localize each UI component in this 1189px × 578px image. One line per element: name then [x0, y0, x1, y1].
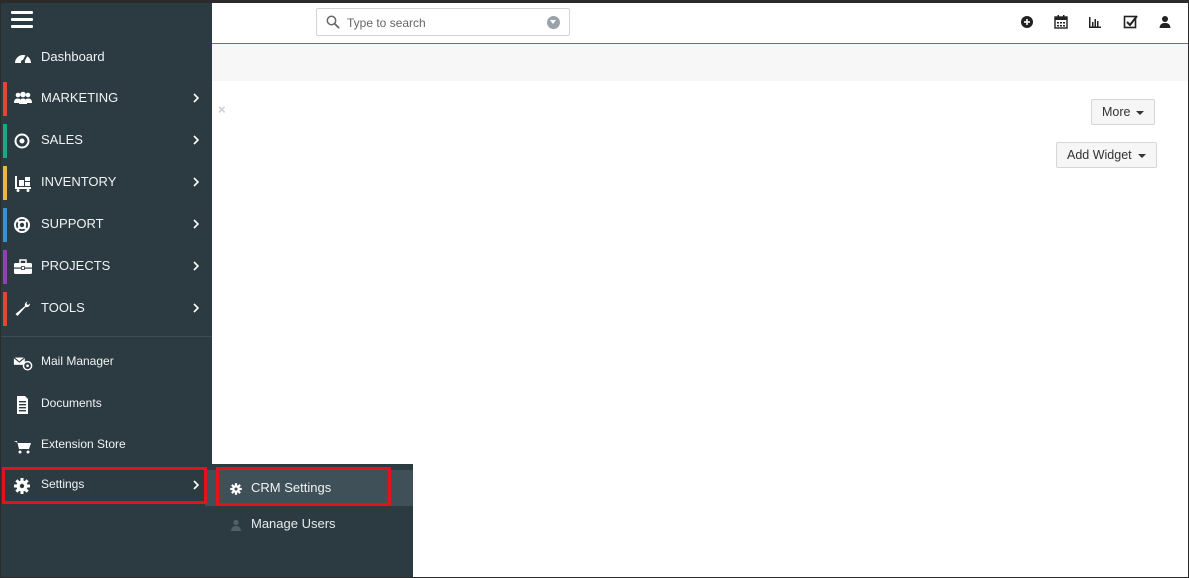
plus-circle-icon[interactable] — [1018, 13, 1036, 31]
submenu-item-label: CRM Settings — [251, 480, 332, 495]
sidebar-item-extension-store[interactable]: Extension Store — [1, 426, 212, 466]
module-color-bar — [3, 166, 7, 200]
module-color-bar — [3, 208, 7, 242]
sidebar-item-label: TOOLS — [41, 300, 85, 315]
sidebar-item-mail-manager[interactable]: Mail Manager — [1, 343, 212, 383]
wrench-icon — [15, 301, 30, 316]
calendar-icon[interactable] — [1052, 13, 1070, 31]
sidebar-item-sales[interactable]: SALES — [1, 121, 212, 161]
settings-submenu: CRM Settings Manage Users — [205, 464, 413, 577]
module-color-bar — [3, 124, 7, 158]
more-button[interactable]: More — [1091, 99, 1156, 125]
gear-icon — [230, 483, 242, 495]
search-icon — [326, 15, 340, 29]
submenu-item-crm-settings[interactable]: CRM Settings — [205, 470, 413, 506]
user-icon[interactable] — [1156, 13, 1174, 31]
caret-down-icon — [1136, 110, 1145, 115]
sidebar-item-label: INVENTORY — [41, 174, 117, 189]
search-input[interactable] — [345, 13, 539, 33]
chevron-right-icon — [193, 93, 199, 103]
sidebar-item-label: SUPPORT — [41, 216, 104, 231]
global-search[interactable] — [316, 8, 570, 36]
mail-at-icon — [13, 357, 33, 371]
module-color-bar — [3, 292, 7, 326]
cart-icon — [14, 441, 31, 454]
chevron-right-icon — [193, 177, 199, 187]
module-color-bar — [3, 82, 7, 116]
close-tab-icon[interactable]: × — [218, 102, 226, 117]
add-widget-button-label: Add Widget — [1067, 148, 1132, 162]
gear-icon — [14, 478, 30, 494]
module-color-bar — [3, 250, 7, 284]
sidebar-item-support[interactable]: SUPPORT — [1, 205, 212, 245]
sidebar-item-settings[interactable]: Settings — [1, 466, 212, 506]
sidebar-item-documents[interactable]: Documents — [1, 385, 212, 425]
sidebar-item-label: Mail Manager — [41, 354, 114, 368]
chevron-right-icon — [193, 303, 199, 313]
more-button-label: More — [1102, 105, 1131, 119]
add-widget-button[interactable]: Add Widget — [1056, 142, 1157, 168]
sidebar-item-marketing[interactable]: MARKETING — [1, 79, 212, 119]
caret-down-icon — [1137, 153, 1146, 158]
sidebar-divider — [1, 336, 212, 337]
bar-chart-icon[interactable] — [1086, 13, 1104, 31]
sidebar-item-label: SALES — [41, 132, 83, 147]
dolly-icon — [15, 176, 31, 192]
briefcase-icon — [14, 259, 32, 274]
target-icon — [14, 133, 30, 149]
chevron-right-icon — [193, 480, 199, 490]
checkbox-icon[interactable] — [1122, 13, 1140, 31]
chevron-right-icon — [193, 135, 199, 145]
sidebar-item-label: Extension Store — [41, 437, 126, 451]
chevron-right-icon — [193, 219, 199, 229]
sidebar-item-label: MARKETING — [41, 90, 119, 105]
submenu-item-label: Manage Users — [251, 516, 336, 531]
hamburger-menu-icon[interactable] — [11, 11, 33, 29]
sidebar-item-projects[interactable]: PROJECTS — [1, 247, 212, 287]
sidebar-item-label: PROJECTS — [41, 258, 111, 273]
sidebar-item-label: Settings — [41, 477, 85, 491]
document-icon — [17, 396, 28, 414]
sidebar-item-tools[interactable]: TOOLS — [1, 289, 212, 329]
sidebar-item-inventory[interactable]: INVENTORY — [1, 163, 212, 203]
dashboard-icon — [15, 55, 31, 64]
sidebar: Dashboard MARKETING SALES INVENTORY SUPP… — [1, 3, 212, 577]
chevron-right-icon — [193, 261, 199, 271]
users-icon — [14, 91, 32, 104]
search-options-dropdown-icon[interactable] — [547, 16, 560, 29]
lifebuoy-icon — [14, 217, 30, 233]
user-icon — [231, 519, 241, 531]
sidebar-item-label: Dashboard — [41, 49, 105, 64]
sub-header — [212, 44, 1188, 81]
sidebar-item-dashboard[interactable]: Dashboard — [1, 38, 212, 78]
top-bar — [212, 3, 1188, 44]
submenu-item-manage-users[interactable]: Manage Users — [205, 506, 413, 542]
sidebar-item-label: Documents — [41, 396, 102, 410]
